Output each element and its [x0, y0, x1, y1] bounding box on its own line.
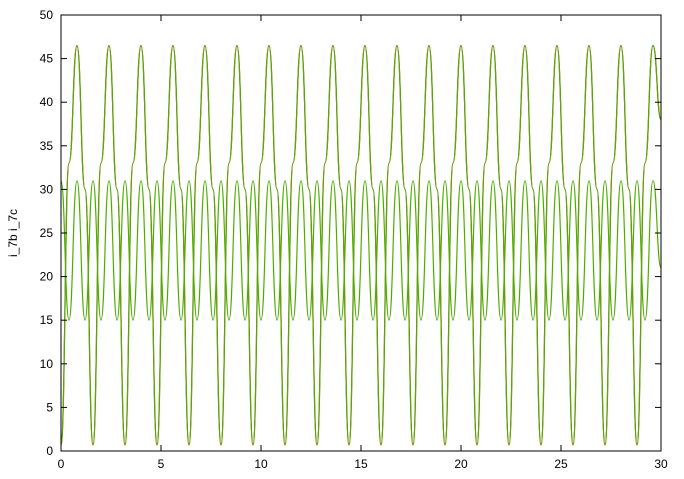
line-chart: 0 5 10 15 20 25 30 0 5 10 15 20 25 30 35 40 45 50 i_7b i_… — [6, 8, 668, 471]
y-tick-label: 35 — [40, 139, 54, 153]
x-tick-label: 25 — [554, 457, 568, 471]
y-tick-label: 5 — [46, 400, 53, 414]
x-tick-label: 5 — [158, 457, 165, 471]
y-tick-label: 30 — [40, 182, 54, 196]
x-tick-label: 10 — [254, 457, 268, 471]
x-tick-label: 0 — [58, 457, 65, 471]
y-tick-label: 10 — [40, 357, 54, 371]
series-line-2 — [60, 180, 662, 321]
x-tick-label: 20 — [454, 457, 468, 471]
x-tick-label: 15 — [354, 457, 368, 471]
y-tick-label: 40 — [40, 95, 54, 109]
y-tick-label: 15 — [40, 313, 54, 327]
y-tick-label: 45 — [40, 52, 54, 66]
x-tick-label: 30 — [654, 457, 668, 471]
series-layer — [60, 44, 662, 446]
y-axis-label: i_7b i_7c — [6, 209, 20, 257]
y-tick-label: 0 — [46, 444, 53, 458]
y-tick-label: 25 — [40, 226, 54, 240]
y-tick-label: 20 — [40, 270, 54, 284]
y-tick-label: 50 — [40, 8, 54, 22]
